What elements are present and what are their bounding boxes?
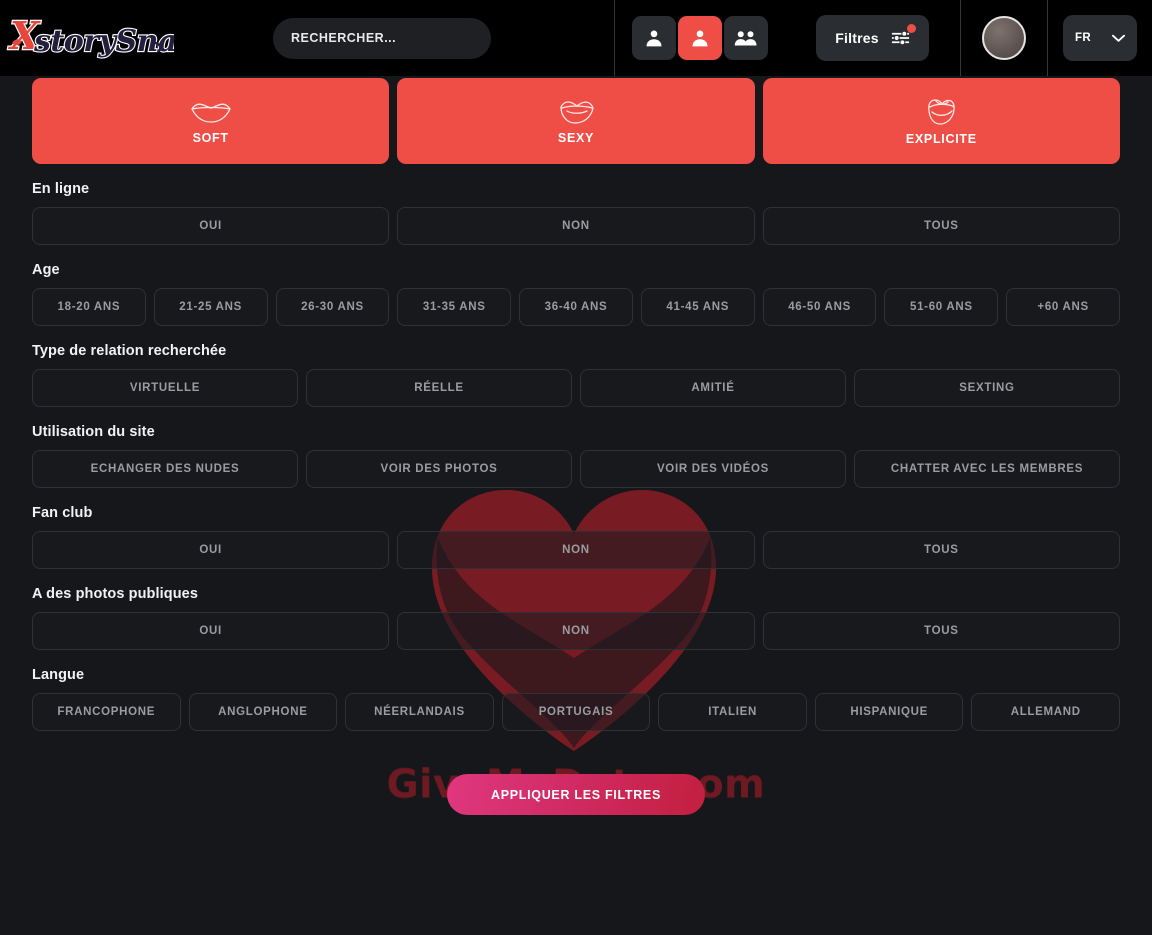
svg-text:storySnap: storySnap — [33, 24, 174, 59]
option-row-type-relation: VIRTUELLE RÉELLE AMITIÉ SEXTING — [32, 369, 1120, 407]
search-area — [180, 0, 614, 76]
apply-filters-button[interactable]: APPLIQUER LES FILTRES — [446, 774, 706, 815]
section-title-age: Age — [32, 262, 60, 278]
section-title-utilisation-site: Utilisation du site — [32, 424, 155, 440]
option-age-41-45[interactable]: 41-45 ANS — [640, 288, 755, 326]
option-age-31-35[interactable]: 31-35 ANS — [397, 288, 512, 326]
section-type-relation: Type de relation recherchée VIRTUELLE RÉ… — [32, 343, 1120, 407]
category-tab-sexy-label: SEXY — [557, 131, 595, 145]
option-age-21-25[interactable]: 21-25 ANS — [153, 288, 268, 326]
filters-notification-dot — [906, 24, 916, 33]
option-photos-publiques-oui[interactable]: OUI — [32, 612, 390, 650]
option-age-36-40[interactable]: 36-40 ANS — [519, 288, 633, 326]
segment-woman[interactable] — [632, 16, 676, 60]
category-tab-explicite-label: EXPLICITE — [905, 132, 977, 146]
option-en-ligne-tous[interactable]: TOUS — [762, 207, 1120, 245]
segment-man[interactable] — [678, 16, 722, 60]
section-title-type-relation: Type de relation recherchée — [32, 343, 227, 359]
option-relation-sexting[interactable]: SEXTING — [854, 369, 1120, 407]
filters-button-label: Filtres — [835, 30, 879, 46]
filters-area: Filtres — [785, 0, 960, 76]
logo[interactable]: X storySnap — [0, 0, 180, 76]
category-tab-soft[interactable]: SOFT — [32, 78, 390, 164]
section-age: Age 18-20 ANS 21-25 ANS 26-30 ANS 31-35 … — [32, 262, 1121, 326]
two-people-icon — [734, 31, 757, 46]
section-title-en-ligne: En ligne — [32, 181, 90, 197]
option-usage-echanger-nudes[interactable]: ECHANGER DES NUDES — [32, 450, 298, 488]
section-title-langue: Langue — [32, 667, 85, 683]
language-selector[interactable]: FR — [1063, 15, 1137, 61]
option-age-60-plus[interactable]: +60 ANS — [1006, 288, 1121, 326]
option-langue-allemand[interactable]: ALLEMAND — [971, 693, 1121, 731]
option-en-ligne-non[interactable]: NON — [397, 207, 755, 245]
option-langue-neerlandais[interactable]: NÉERLANDAIS — [345, 693, 494, 731]
option-usage-voir-videos[interactable]: VOIR DES VIDÉOS — [580, 450, 846, 488]
section-en-ligne: En ligne OUI NON TOUS — [32, 181, 1120, 245]
category-tabs: SOFT SEXY EXPLICITE — [32, 78, 1120, 164]
avatar-area — [961, 0, 1047, 76]
filters-content: SOFT SEXY EXPLICITE En ligne OUI NON TOU… — [0, 76, 1152, 815]
language-area: FR — [1048, 0, 1152, 76]
option-age-46-50[interactable]: 46-50 ANS — [762, 288, 877, 326]
option-age-18-20[interactable]: 18-20 ANS — [32, 288, 146, 326]
option-fan-club-tous[interactable]: TOUS — [762, 531, 1120, 569]
option-relation-reelle[interactable]: RÉELLE — [306, 369, 572, 407]
option-fan-club-oui[interactable]: OUI — [32, 531, 390, 569]
language-code: FR — [1075, 32, 1091, 44]
single-person-icon — [646, 30, 662, 47]
section-photos-publiques: A des photos publiques OUI NON TOUS — [32, 586, 1120, 650]
avatar[interactable] — [982, 16, 1026, 60]
section-fan-club: Fan club OUI NON TOUS — [32, 505, 1120, 569]
option-langue-anglophone[interactable]: ANGLOPHONE — [188, 693, 338, 731]
category-tab-explicite[interactable]: EXPLICITE — [762, 78, 1120, 164]
option-en-ligne-oui[interactable]: OUI — [32, 207, 390, 245]
lips-sexy-icon — [560, 101, 594, 124]
option-relation-amitie[interactable]: AMITIÉ — [580, 369, 846, 407]
option-age-26-30[interactable]: 26-30 ANS — [275, 288, 390, 326]
option-row-fan-club: OUI NON TOUS — [32, 531, 1120, 569]
option-langue-hispanique[interactable]: HISPANIQUE — [814, 693, 964, 731]
option-age-51-60[interactable]: 51-60 ANS — [884, 288, 999, 326]
option-langue-italien[interactable]: ITALIEN — [658, 693, 807, 731]
section-utilisation-site: Utilisation du site ECHANGER DES NUDES V… — [32, 424, 1120, 488]
option-row-photos-publiques: OUI NON TOUS — [32, 612, 1120, 650]
single-person-icon — [692, 30, 708, 47]
option-row-utilisation-site: ECHANGER DES NUDES VOIR DES PHOTOS VOIR … — [32, 450, 1120, 488]
option-row-en-ligne: OUI NON TOUS — [32, 207, 1120, 245]
lips-soft-icon — [191, 103, 231, 123]
segment-couple[interactable] — [724, 16, 768, 60]
sliders-icon — [891, 30, 909, 46]
gender-segment-group — [615, 0, 785, 76]
xstorysnap-logo-icon: X storySnap — [7, 12, 174, 60]
option-row-langue: FRANCOPHONE ANGLOPHONE NÉERLANDAIS PORTU… — [32, 693, 1121, 731]
option-langue-francophone[interactable]: FRANCOPHONE — [32, 693, 181, 731]
option-photos-publiques-non[interactable]: NON — [397, 612, 755, 650]
option-langue-portugais[interactable]: PORTUGAIS — [501, 693, 651, 731]
lips-explicite-icon — [928, 99, 955, 125]
option-photos-publiques-tous[interactable]: TOUS — [762, 612, 1120, 650]
category-tab-soft-label: SOFT — [192, 131, 229, 145]
option-usage-voir-photos[interactable]: VOIR DES PHOTOS — [306, 450, 572, 488]
option-usage-chatter-membres[interactable]: CHATTER AVEC LES MEMBRES — [854, 450, 1120, 488]
filters-page: GiveMeDate.com X storySnap — [0, 0, 1152, 935]
apply-button-area: APPLIQUER LES FILTRES — [32, 774, 1120, 815]
option-fan-club-non[interactable]: NON — [397, 531, 755, 569]
filters-button[interactable]: Filtres — [816, 15, 929, 61]
section-title-photos-publiques: A des photos publiques — [32, 586, 198, 602]
search-input[interactable] — [273, 17, 491, 59]
section-title-fan-club: Fan club — [32, 505, 93, 521]
section-langue: Langue FRANCOPHONE ANGLOPHONE NÉERLANDAI… — [32, 667, 1121, 731]
option-row-age: 18-20 ANS 21-25 ANS 26-30 ANS 31-35 ANS … — [32, 288, 1121, 326]
option-relation-virtuelle[interactable]: VIRTUELLE — [32, 369, 298, 407]
chevron-down-icon — [1112, 34, 1125, 42]
category-tab-sexy[interactable]: SEXY — [397, 78, 755, 164]
app-header: X storySnap — [0, 0, 1152, 76]
